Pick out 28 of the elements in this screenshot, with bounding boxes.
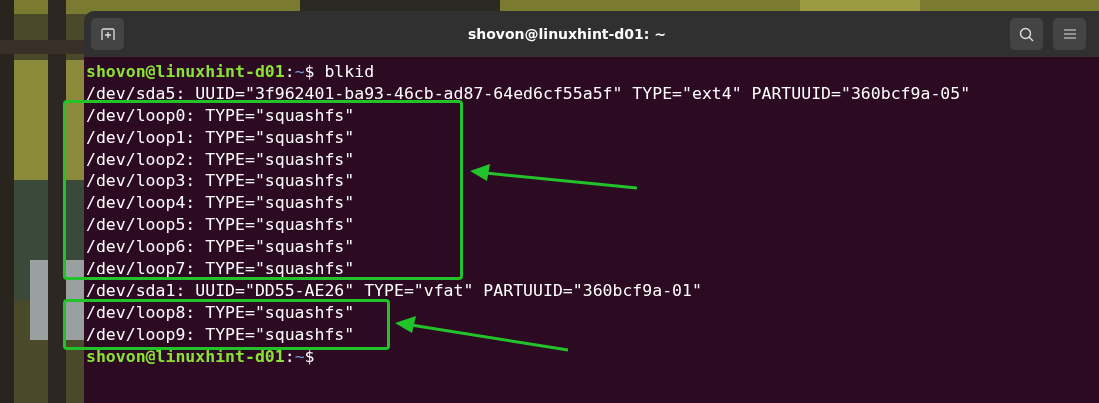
prompt-path: ~	[294, 345, 305, 368]
window-title: shovon@linuxhint-d01: ~	[467, 24, 667, 44]
prompt-path: ~	[294, 61, 305, 83]
prompt-user-host: shovon@linuxhint-d01	[86, 345, 285, 368]
command-text: blkid	[324, 61, 375, 83]
output-line: /dev/sda1: UUID="DD55-AE26" TYPE="vfat" PARTUUID="360bcf9a-01"	[86, 279, 702, 302]
search-icon	[1019, 26, 1034, 42]
prompt-symbol: $	[304, 345, 315, 368]
output-line: /dev/loop5: TYPE="squashfs"	[86, 214, 355, 237]
prompt-user-host: shovon@linuxhint-d01	[86, 61, 285, 83]
output-line: /dev/loop7: TYPE="squashfs"	[86, 258, 355, 280]
menu-button[interactable]	[1053, 18, 1086, 50]
menu-icon	[1063, 29, 1076, 39]
prompt-separator: :	[284, 345, 295, 368]
output-line: /dev/loop6: TYPE="squashfs"	[86, 236, 355, 258]
output-line: /dev/loop1: TYPE="squashfs"	[86, 126, 355, 149]
new-tab-button[interactable]	[91, 18, 124, 50]
new-tab-icon	[100, 28, 115, 40]
output-line: /dev/loop3: TYPE="squashfs"	[86, 170, 355, 193]
prompt-symbol: $	[304, 61, 315, 83]
prompt-separator: :	[284, 61, 295, 83]
output-line: /dev/loop9: TYPE="squashfs"	[86, 323, 355, 346]
search-button[interactable]	[1010, 18, 1043, 50]
output-line: /dev/loop4: TYPE="squashfs"	[86, 192, 355, 215]
output-line: /dev/loop8: TYPE="squashfs"	[86, 301, 355, 324]
output-line: /dev/loop2: TYPE="squashfs"	[86, 148, 355, 171]
output-line: /dev/loop0: TYPE="squashfs"	[86, 104, 355, 127]
output-line: /dev/sda5: UUID="3f962401-ba93-46cb-ad87-64ed6cf55a5f" TYPE="ext4" PARTUUID="360bcf9a-05"	[86, 82, 971, 105]
